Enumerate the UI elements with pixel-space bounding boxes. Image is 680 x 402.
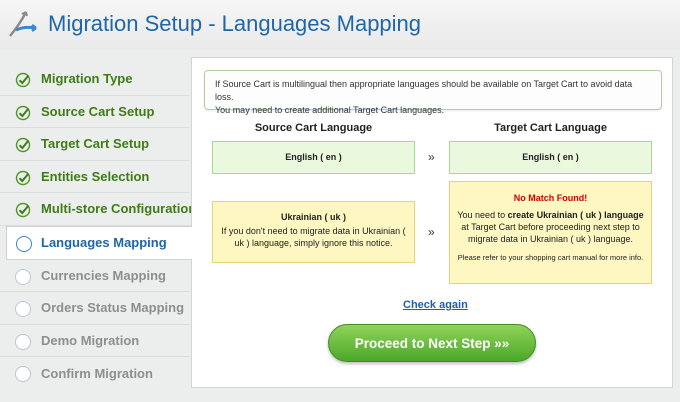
circle-icon — [15, 333, 31, 350]
sidebar-item-confirm-migration[interactable]: Confirm Migration — [0, 357, 190, 390]
cart-arrow-logo-icon — [9, 11, 37, 37]
sidebar-item-label: Languages Mapping — [41, 235, 167, 250]
sidebar-item-label: Currencies Mapping — [41, 267, 166, 283]
source-language-name: Ukrainian ( uk ) — [280, 212, 346, 222]
sidebar-item-multi-store-configuration[interactable]: Multi-store Configuration — [0, 193, 196, 226]
sidebar-item-label: Target Cart Setup — [41, 136, 150, 152]
check-icon — [15, 137, 31, 153]
sidebar-item-label: Entities Selection — [41, 168, 150, 184]
circle-icon — [15, 366, 31, 382]
mapping-arrow: » — [428, 150, 435, 164]
sidebar-item-currencies-mapping[interactable]: Currencies Mapping — [0, 260, 190, 292]
sidebar-item-label: Demo Migration — [41, 332, 140, 348]
sidebar-item-label: Confirm Migration — [41, 365, 153, 381]
sidebar-item-label: Orders Status Mapping — [41, 300, 185, 316]
page-title: Migration Setup - Languages Mapping — [48, 11, 422, 36]
notice-line-1: If Source Cart is multilingual then appr… — [215, 79, 633, 102]
check-again-link[interactable]: Check again — [403, 299, 468, 311]
source-language-ukrainian: Ukrainian ( uk ) If you don't need to mi… — [212, 201, 415, 263]
notice-line-2: You may need to create additional Target… — [215, 105, 445, 115]
sidebar-item-label: Source Cart Setup — [41, 103, 155, 119]
circle-icon — [15, 301, 31, 317]
target-no-match-box: No Match Found! You need to create Ukrai… — [449, 181, 652, 284]
no-match-title: No Match Found! — [513, 193, 588, 203]
sidebar-item-label: Migration Type — [41, 71, 133, 87]
ignore-notice: If you don't need to migrate data in Ukr… — [221, 226, 406, 248]
sidebar-item-label: Multi-store Configuration — [41, 201, 197, 217]
languages-mapping-panel: If Source Cart is multilingual then appr… — [191, 57, 673, 388]
manual-help-text: Please refer to your shopping cart manua… — [457, 253, 644, 262]
circle-icon — [16, 235, 32, 252]
instruction-bold: create Ukrainian ( uk ) language — [507, 210, 644, 220]
target-column-header: Target Cart Language — [494, 122, 607, 134]
instruction-pre: You need to — [457, 210, 508, 220]
instruction-post: at Target Cart before proceeding next st… — [461, 222, 640, 244]
check-icon — [15, 170, 31, 185]
proceed-next-step-button[interactable]: Proceed to Next Step »» — [328, 324, 536, 362]
check-icon — [15, 72, 31, 88]
multilingual-notice: If Source Cart is multilingual then appr… — [204, 70, 662, 115]
sidebar-item-languages-mapping[interactable]: Languages Mapping — [6, 225, 192, 260]
sidebar-item-source-cart-setup[interactable]: Source Cart Setup — [0, 96, 190, 128]
check-icon — [15, 105, 31, 120]
source-column-header: Source Cart Language — [254, 122, 373, 134]
sidebar-item-entities-selection[interactable]: Entities Selection — [0, 161, 190, 193]
mapping-arrow: » — [428, 225, 435, 239]
header: Migration Setup - Languages Mapping — [0, 0, 680, 50]
sidebar-item-migration-type[interactable]: Migration Type — [0, 63, 190, 96]
sidebar-item-orders-status-mapping[interactable]: Orders Status Mapping — [0, 292, 190, 325]
target-language-english: English ( en ) — [449, 141, 652, 174]
sidebar-steps: Migration Type Source Cart Setup Target … — [0, 63, 196, 390]
check-icon — [15, 202, 31, 218]
create-language-instruction: You need to create Ukrainian ( uk ) lang… — [456, 209, 645, 245]
sidebar-item-target-cart-setup[interactable]: Target Cart Setup — [0, 128, 190, 161]
circle-icon — [15, 268, 31, 285]
sidebar-item-demo-migration[interactable]: Demo Migration — [0, 325, 190, 357]
source-language-english: English ( en ) — [212, 141, 415, 174]
